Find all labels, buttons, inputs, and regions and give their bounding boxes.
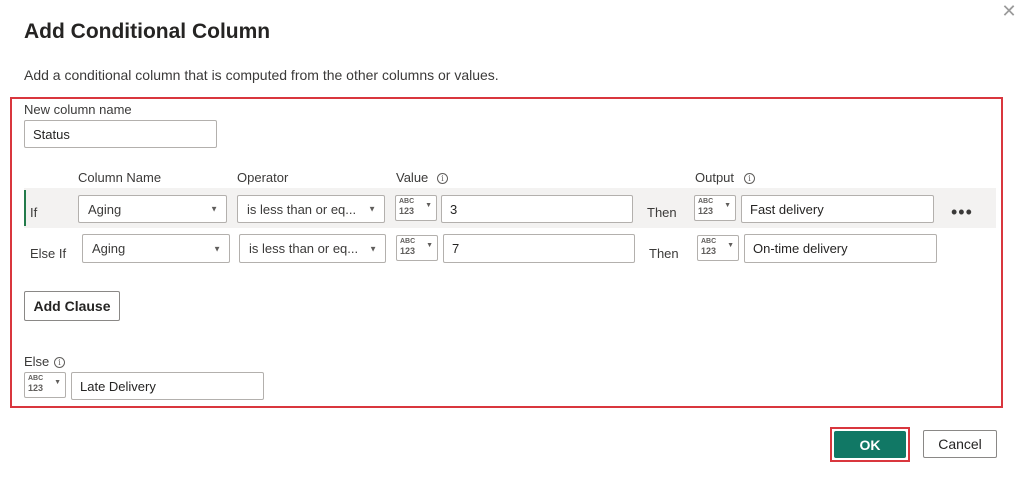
abc-123-icon: ABC xyxy=(698,198,714,205)
clause-2-operator-select[interactable]: is less than or eq... ▼ xyxy=(239,234,386,263)
value-header: Value xyxy=(396,170,429,185)
clause-1-value-type-button[interactable]: ABC 123 ▼ xyxy=(395,195,437,221)
chevron-down-icon: ▼ xyxy=(210,204,218,214)
clause-2-value-input[interactable]: 7 xyxy=(443,234,635,263)
ok-button[interactable]: OK xyxy=(834,431,906,458)
output-header: Output xyxy=(695,170,735,185)
clause-2-value-type-button[interactable]: ABC 123 ▼ xyxy=(396,235,438,261)
clause-1-column-value: Aging xyxy=(88,201,122,217)
clause-2-output-input[interactable]: On-time delivery xyxy=(744,234,937,263)
output-info-icon[interactable]: i xyxy=(744,173,755,184)
chevron-down-icon: ▼ xyxy=(369,244,377,253)
chevron-down-icon: ▼ xyxy=(54,379,61,386)
operator-header: Operator xyxy=(237,170,289,185)
dialog-description: Add a conditional column that is compute… xyxy=(24,67,499,83)
clause-1-operator-value: is less than or eq... xyxy=(247,201,357,217)
else-label: Else xyxy=(24,354,50,369)
clause-keyword-else-if: Else If xyxy=(30,246,67,261)
clause-2-column-select[interactable]: Aging ▼ xyxy=(82,234,230,263)
clause-1-column-select[interactable]: Aging ▼ xyxy=(78,195,227,223)
abc-123-icon: ABC xyxy=(400,238,416,245)
clause-1-value-input[interactable]: 3 xyxy=(441,195,633,223)
chevron-down-icon: ▼ xyxy=(425,202,432,209)
chevron-down-icon: ▼ xyxy=(727,242,734,249)
abc-123-icon: ABC xyxy=(28,375,44,382)
clause-2-operator-value: is less than or eq... xyxy=(249,241,359,256)
else-info-icon[interactable]: i xyxy=(54,357,65,368)
clause-1-operator-select[interactable]: is less than or eq... ▼ xyxy=(237,195,385,223)
chevron-down-icon: ▼ xyxy=(213,244,221,253)
clause-2-output-type-button[interactable]: ABC 123 ▼ xyxy=(697,235,739,261)
clause-1-output-type-button[interactable]: ABC 123 ▼ xyxy=(694,195,736,221)
chevron-down-icon: ▼ xyxy=(368,204,376,214)
clause-1-output-input[interactable]: Fast delivery xyxy=(741,195,934,223)
new-column-name-label: New column name xyxy=(24,102,132,117)
clause-keyword-if: If xyxy=(30,205,38,220)
clause-2-then-label: Then xyxy=(649,246,679,261)
clause-2-column-value: Aging xyxy=(92,241,126,256)
chevron-down-icon: ▼ xyxy=(426,242,433,249)
cancel-button[interactable]: Cancel xyxy=(923,430,997,458)
clause-1-then-label: Then xyxy=(647,205,677,220)
value-info-icon[interactable]: i xyxy=(437,173,448,184)
close-icon[interactable]: ✕ xyxy=(998,0,1020,22)
column-name-header: Column Name xyxy=(78,170,162,185)
clause-row-selected-marker xyxy=(24,190,26,226)
new-column-name-input[interactable]: Status xyxy=(24,120,217,148)
abc-123-icon: ABC xyxy=(399,198,415,205)
else-type-button[interactable]: ABC 123 ▼ xyxy=(24,372,66,398)
abc-123-icon: ABC xyxy=(701,238,717,245)
dialog-title: Add Conditional Column xyxy=(24,20,271,43)
else-value-input[interactable]: Late Delivery xyxy=(71,372,264,400)
chevron-down-icon: ▼ xyxy=(724,202,731,209)
more-options-icon[interactable]: ••• xyxy=(951,203,973,221)
add-clause-button[interactable]: Add Clause xyxy=(24,291,120,321)
